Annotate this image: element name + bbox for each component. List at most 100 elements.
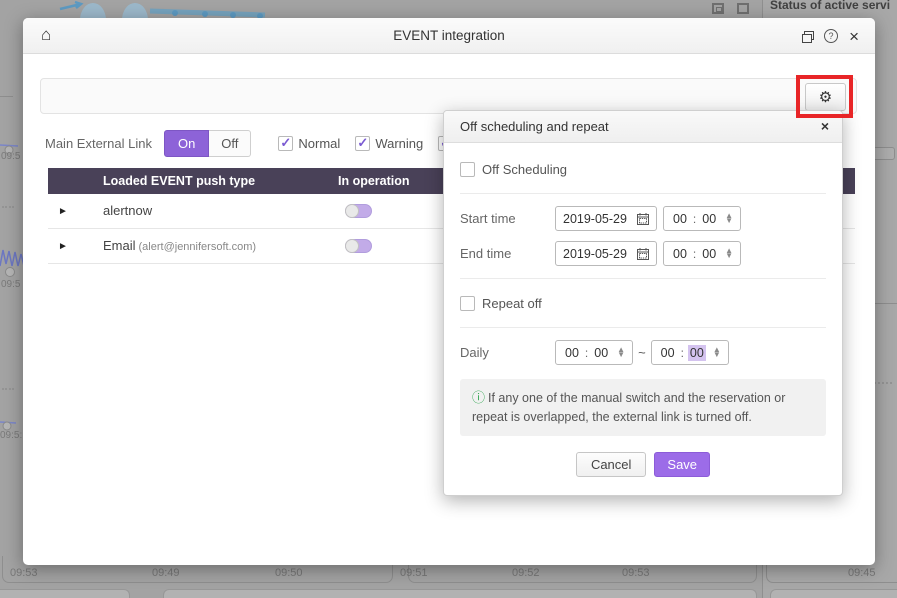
in-operation-toggle[interactable] <box>345 204 372 218</box>
daily-from-hour-value: 00 <box>563 345 581 361</box>
normal-checkbox[interactable]: ✓ Normal <box>278 136 340 151</box>
background-left-time-label: 09:5: <box>0 430 22 441</box>
background-dotted-line <box>2 388 14 390</box>
time-spinner[interactable]: ▲▼ <box>725 214 733 224</box>
start-time-row: Start time 2019-05-29 00 : 00 ▲▼ <box>460 206 826 231</box>
time-colon: : <box>693 247 696 261</box>
checkbox-checked-icon: ✓ <box>278 136 293 151</box>
checkbox-checked-icon: ✓ <box>355 136 370 151</box>
dialog-title: Off scheduling and repeat <box>460 119 609 134</box>
normal-label: Normal <box>298 136 340 151</box>
repeat-off-label: Repeat off <box>482 296 542 311</box>
daily-label: Daily <box>460 345 555 360</box>
end-date-value: 2019-05-29 <box>563 247 627 261</box>
daily-to-time-input[interactable]: 00 : 00 ▲▼ <box>651 340 729 365</box>
toggle-knob <box>345 204 359 218</box>
push-type-column-header: Loaded EVENT push type <box>103 174 338 188</box>
end-time-row: End time 2019-05-29 00 : 00 ▲▼ <box>460 241 826 266</box>
warning-checkbox[interactable]: ✓ Warning <box>355 136 423 151</box>
background-time-label: 09:50 <box>275 567 303 579</box>
start-hour-value: 00 <box>671 211 689 227</box>
main-external-link-label: Main External Link <box>45 136 152 151</box>
divider <box>460 278 826 279</box>
background-panel-top <box>163 589 757 598</box>
window-title: EVENT integration <box>393 28 505 43</box>
end-hour-value: 00 <box>671 246 689 262</box>
off-button[interactable]: Off <box>209 130 251 157</box>
daily-row: Daily 00 : 00 ▲▼ ~ 00 : 00 ▲▼ <box>460 340 826 365</box>
daily-from-time-input[interactable]: 00 : 00 ▲▼ <box>555 340 633 365</box>
on-off-switch: On Off <box>164 130 251 157</box>
info-message-text: If any one of the manual switch and the … <box>472 391 785 424</box>
background-panel-top <box>770 589 897 598</box>
in-operation-toggle[interactable] <box>345 239 372 253</box>
background-top-chart <box>55 0 270 18</box>
save-button[interactable]: Save <box>654 452 710 477</box>
home-icon[interactable]: ⌂ <box>41 26 51 43</box>
background-windows-icon <box>712 3 724 14</box>
time-colon: : <box>585 346 588 360</box>
external-link-controls: Main External Link On Off ✓ Normal ✓ War… <box>45 130 487 156</box>
calendar-icon <box>637 248 649 260</box>
time-spinner[interactable]: ▲▼ <box>713 348 721 358</box>
dialog-titlebar: Off scheduling and repeat × <box>444 111 842 143</box>
background-time-label: 09:49 <box>152 567 180 579</box>
background-dotted-line <box>2 206 14 208</box>
expand-row-icon[interactable]: ► <box>48 206 103 217</box>
end-date-input[interactable]: 2019-05-29 <box>555 241 657 266</box>
start-date-input[interactable]: 2019-05-29 <box>555 206 657 231</box>
push-type-detail: (alert@jennifersoft.com) <box>139 241 257 253</box>
background-time-label: 09:51 <box>400 567 428 579</box>
end-time-label: End time <box>460 246 555 261</box>
warning-label: Warning <box>375 136 423 151</box>
spinner-down-icon: ▼ <box>617 353 625 358</box>
background-left-time-label: 09:5 <box>1 279 20 290</box>
background-panel-edge <box>0 96 13 97</box>
annotation-highlight-box <box>796 75 853 118</box>
daily-from-minute-value: 00 <box>592 345 610 361</box>
time-spinner[interactable]: ▲▼ <box>725 249 733 259</box>
divider <box>460 193 826 194</box>
background-left-time-label: 09:5 <box>1 151 20 162</box>
daily-to-hour-value: 00 <box>659 345 677 361</box>
info-message-box: ⓘIf any one of the manual switch and the… <box>460 379 826 436</box>
background-time-label: 09:52 <box>512 567 540 579</box>
start-time-label: Start time <box>460 211 555 226</box>
info-icon: ⓘ <box>472 390 485 405</box>
calendar-icon <box>637 213 649 225</box>
cancel-button[interactable]: Cancel <box>576 452 646 477</box>
spinner-down-icon: ▼ <box>713 353 721 358</box>
spinner-down-icon: ▼ <box>725 254 733 259</box>
expand-row-icon[interactable]: ► <box>48 241 103 252</box>
toolbar <box>40 78 857 114</box>
help-icon[interactable]: ? <box>824 29 838 43</box>
background-time-label: 09:45 <box>848 567 876 579</box>
time-colon: : <box>693 212 696 226</box>
time-colon: : <box>681 346 684 360</box>
end-time-input[interactable]: 00 : 00 ▲▼ <box>663 241 741 266</box>
repeat-off-checkbox[interactable]: Repeat off <box>460 291 826 315</box>
close-icon[interactable]: × <box>849 28 859 45</box>
off-scheduling-checkbox[interactable]: Off Scheduling <box>460 157 826 181</box>
divider <box>460 327 826 328</box>
restore-window-icon[interactable] <box>802 31 813 41</box>
start-date-value: 2019-05-29 <box>563 212 627 226</box>
off-scheduling-label: Off Scheduling <box>482 162 567 177</box>
background-status-title: Status of active servi <box>770 0 897 12</box>
start-time-input[interactable]: 00 : 00 ▲▼ <box>663 206 741 231</box>
background-fullscreen-icon <box>737 3 749 14</box>
on-button[interactable]: On <box>164 130 209 157</box>
daily-to-minute-value-selected: 00 <box>688 345 706 361</box>
dialog-close-icon[interactable]: × <box>821 119 829 133</box>
toggle-knob <box>345 239 359 253</box>
push-type-name: alertnow <box>103 203 152 218</box>
background-panel-top <box>0 589 130 598</box>
checkbox-unchecked-icon <box>460 296 475 311</box>
checkbox-unchecked-icon <box>460 162 475 177</box>
spinner-down-icon: ▼ <box>725 219 733 224</box>
time-spinner[interactable]: ▲▼ <box>617 348 625 358</box>
background-time-label: 09:53 <box>10 567 38 579</box>
push-type-name: Email <box>103 238 136 253</box>
off-scheduling-dialog: Off scheduling and repeat × Off Scheduli… <box>443 110 843 496</box>
background-time-label: 09:53 <box>622 567 650 579</box>
